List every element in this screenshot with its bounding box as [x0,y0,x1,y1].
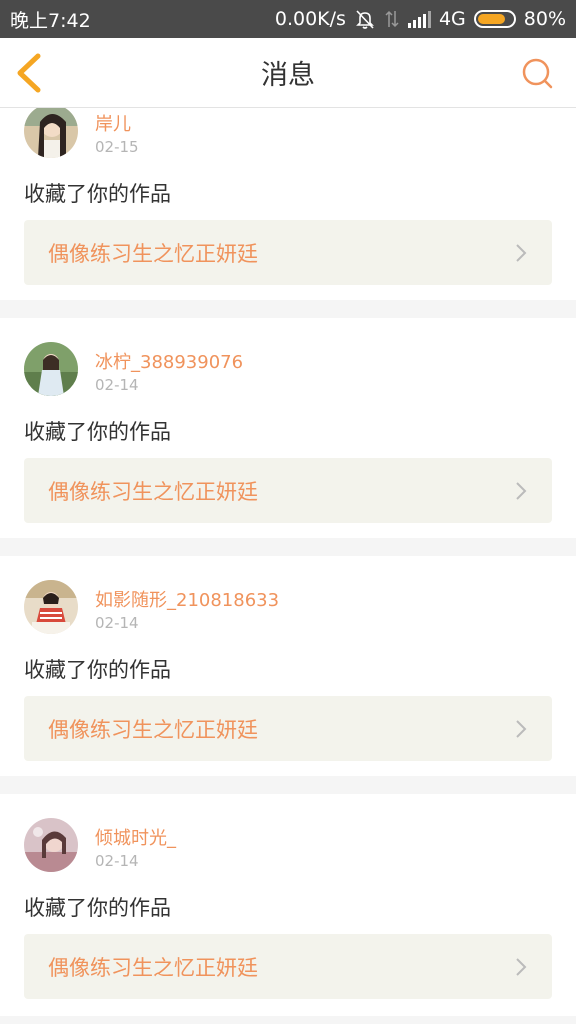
avatar[interactable] [24,108,78,158]
message-date: 02-15 [95,138,139,156]
work-link[interactable]: 偶像练习生之忆正妍廷 [24,934,552,999]
message-date: 02-14 [95,376,139,394]
network-speed: 0.00K/s [274,8,346,30]
message-card: 冰柠_388939076 02-14 收藏了你的作品 偶像练习生之忆正妍廷 [0,318,576,538]
username[interactable]: 岸儿 [95,110,131,136]
message-action: 收藏了你的作品 [24,182,171,206]
chevron-right-icon [516,719,527,738]
message-card: 岸儿 02-15 收藏了你的作品 偶像练习生之忆正妍廷 [0,108,576,300]
chevron-right-icon [516,957,527,976]
nav-bar: 消息 [0,38,576,108]
work-link[interactable]: 偶像练习生之忆正妍廷 [24,458,552,523]
message-action: 收藏了你的作品 [24,896,171,920]
battery-level: 80% [523,8,566,30]
message-card: 倾城时光_ 02-14 收藏了你的作品 偶像练习生之忆正妍廷 [0,794,576,1016]
work-title: 偶像练习生之忆正妍廷 [48,479,258,504]
chevron-right-icon [516,481,527,500]
work-title: 偶像练习生之忆正妍廷 [48,241,258,266]
message-action: 收藏了你的作品 [24,658,171,682]
message-date: 02-14 [95,852,139,870]
status-bar: 晚上7:42 0.00K/s 4G 80% [0,0,576,38]
username[interactable]: 冰柠_388939076 [95,348,243,374]
username[interactable]: 倾城时光_ [95,824,176,850]
page-title: 消息 [261,60,315,91]
status-indicators: 0.00K/s 4G 80% [275,8,566,30]
data-arrows-icon [385,10,399,28]
username[interactable]: 如影随形_210818633 [95,586,279,612]
message-action: 收藏了你的作品 [24,420,171,444]
avatar[interactable] [24,342,78,396]
message-list: 岸儿 02-15 收藏了你的作品 偶像练习生之忆正妍廷 冰柠_388939076… [0,108,576,1024]
avatar[interactable] [24,580,78,634]
work-title: 偶像练习生之忆正妍廷 [48,955,258,980]
signal-strength-icon [407,10,431,28]
work-link[interactable]: 偶像练习生之忆正妍廷 [24,220,552,285]
search-button[interactable] [520,56,556,92]
status-time: 晚上7:42 [10,9,91,32]
search-icon [522,58,553,89]
avatar[interactable] [24,818,78,872]
work-link[interactable]: 偶像练习生之忆正妍廷 [24,696,552,761]
message-card: 如影随形_210818633 02-14 收藏了你的作品 偶像练习生之忆正妍廷 [0,556,576,776]
back-button[interactable] [12,52,52,94]
chevron-right-icon [516,243,527,262]
network-type: 4G [438,8,466,30]
back-chevron-icon [17,53,41,93]
battery-icon [473,10,516,28]
bell-muted-icon [356,10,374,29]
message-date: 02-14 [95,614,139,632]
work-title: 偶像练习生之忆正妍廷 [48,717,258,742]
